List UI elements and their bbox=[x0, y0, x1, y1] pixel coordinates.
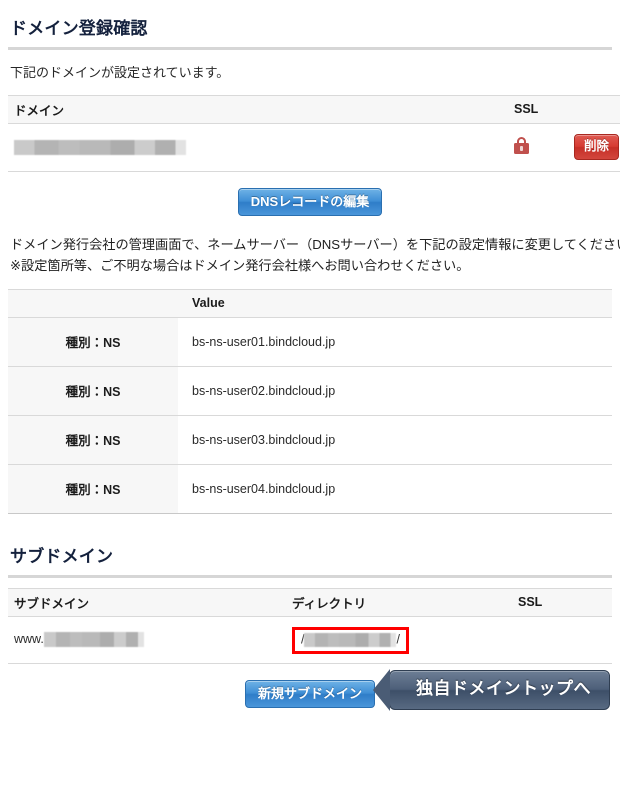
column-header-action bbox=[568, 94, 620, 124]
edit-dns-record-button[interactable]: DNSレコードの編集 bbox=[237, 187, 383, 217]
ns-type-cell: 種別：NS bbox=[8, 415, 178, 465]
lock-icon[interactable] bbox=[514, 137, 529, 154]
directory-trailing-slash: / bbox=[396, 632, 400, 647]
domain-top-button-wrap: 独自ドメイントップへ bbox=[389, 669, 610, 710]
domain-name-cell bbox=[8, 123, 508, 172]
table-row: 種別：NS bs-ns-user02.bindcloud.jp bbox=[8, 366, 612, 416]
subdomain-ssl-cell bbox=[512, 616, 612, 664]
ns-value-cell: bs-ns-user04.bindcloud.jp bbox=[178, 464, 612, 514]
instruction-line-2: ※設定箇所等、ご不明な場合はドメイン発行会社様へお問い合わせください。 bbox=[10, 258, 470, 274]
column-header-domain: ドメイン bbox=[8, 94, 508, 124]
subdomain-directory-cell: / / bbox=[286, 616, 512, 664]
column-header-subdomain: サブドメイン bbox=[8, 587, 286, 617]
nameserver-table: Value 種別：NS bs-ns-user01.bindcloud.jp 種別… bbox=[8, 288, 612, 514]
page-container: ドメイン登録確認 下記のドメインが設定されています。 ドメイン SSL 削除 D… bbox=[0, 0, 620, 722]
table-row: 削除 bbox=[8, 123, 620, 172]
subdomain-table-header-row: サブドメイン ディレクトリ SSL bbox=[8, 587, 612, 617]
subdomain-title: サブドメイン bbox=[10, 546, 114, 566]
domain-table-header-row: ドメイン SSL bbox=[8, 94, 620, 124]
page-title: ドメイン登録確認 bbox=[10, 19, 148, 38]
ns-value-cell: bs-ns-user03.bindcloud.jp bbox=[178, 415, 612, 465]
table-row: 種別：NS bs-ns-user03.bindcloud.jp bbox=[8, 415, 612, 465]
table-row: www. / / bbox=[8, 616, 612, 664]
footer-actions: 新規サブドメイン 独自ドメイントップへ bbox=[8, 669, 612, 722]
column-header-ssl: SSL bbox=[508, 94, 568, 124]
domain-ssl-cell bbox=[508, 123, 568, 172]
redacted-directory bbox=[304, 633, 397, 648]
domain-action-cell: 削除 bbox=[568, 123, 620, 172]
ns-table-body: 種別：NS bs-ns-user01.bindcloud.jp 種別：NS bs… bbox=[8, 317, 612, 514]
ns-type-cell: 種別：NS bbox=[8, 366, 178, 416]
lead-text: 下記のドメインが設定されています。 bbox=[10, 65, 230, 80]
ns-type-cell: 種別：NS bbox=[8, 464, 178, 514]
dns-button-row: DNSレコードの編集 bbox=[8, 172, 612, 231]
ns-value-cell: bs-ns-user02.bindcloud.jp bbox=[178, 366, 612, 416]
column-header-ns-type bbox=[8, 288, 178, 318]
column-header-subdomain-ssl: SSL bbox=[512, 587, 612, 617]
column-header-directory: ディレクトリ bbox=[286, 587, 512, 617]
directory-annotation-box[interactable]: / / bbox=[292, 627, 409, 655]
domain-table: ドメイン SSL 削除 bbox=[8, 94, 620, 172]
table-row: 種別：NS bs-ns-user01.bindcloud.jp bbox=[8, 317, 612, 367]
ns-table-header-row: Value bbox=[8, 288, 612, 318]
subdomain-prefix: www. bbox=[14, 632, 44, 647]
column-header-ns-value: Value bbox=[178, 288, 612, 318]
instruction-line-1: ドメイン発行会社の管理画面で、ネームサーバー（DNSサーバー）を下記の設定情報に… bbox=[10, 237, 620, 253]
redacted-subdomain bbox=[43, 632, 144, 648]
table-row: 種別：NS bs-ns-user04.bindcloud.jp bbox=[8, 464, 612, 514]
nameserver-instructions: ドメイン発行会社の管理画面で、ネームサーバー（DNSサーバー）を下記の設定情報に… bbox=[8, 230, 620, 287]
subdomain-title-divider bbox=[8, 574, 612, 578]
ns-value-cell: bs-ns-user01.bindcloud.jp bbox=[178, 317, 612, 367]
subdomain-table: サブドメイン ディレクトリ SSL www. / / bbox=[8, 587, 612, 664]
new-subdomain-button[interactable]: 新規サブドメイン bbox=[244, 679, 375, 709]
ns-type-cell: 種別：NS bbox=[8, 317, 178, 367]
delete-button[interactable]: 削除 bbox=[574, 134, 620, 160]
subdomain-name-cell: www. bbox=[8, 616, 286, 664]
redacted-domain-name bbox=[14, 139, 186, 155]
go-to-domain-top-button[interactable]: 独自ドメイントップへ bbox=[389, 669, 610, 710]
